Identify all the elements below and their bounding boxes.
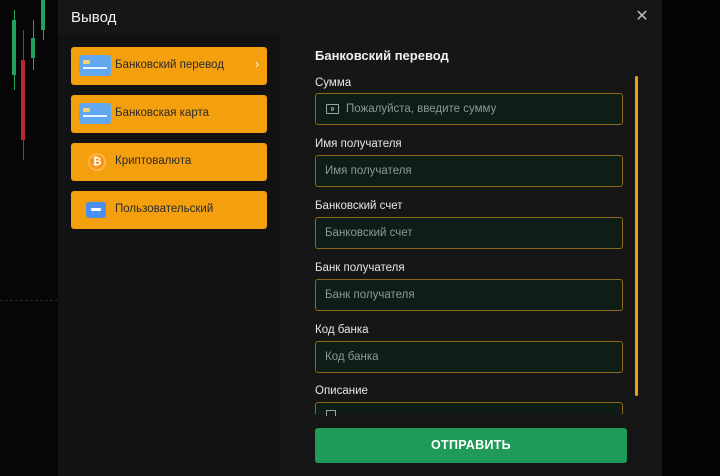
chevron-right-icon: › [255, 57, 259, 71]
amount-input[interactable] [316, 94, 622, 124]
close-icon[interactable]: ✕ [632, 7, 652, 27]
description-field[interactable] [315, 402, 623, 416]
form-title: Банковский перевод [315, 48, 449, 63]
chart-candle [31, 38, 35, 58]
method-bank-transfer[interactable]: Банковский перевод › [71, 47, 267, 85]
method-label: Банковская карта [115, 107, 210, 119]
chart-candle [21, 60, 25, 140]
withdraw-form: Банковский перевод Сумма Имя получателя … [280, 34, 662, 476]
bank-account-input[interactable] [316, 218, 622, 248]
recipient-name-field-wrapper [315, 155, 623, 187]
method-custom[interactable]: Пользовательский [71, 191, 267, 229]
amount-label: Сумма [315, 77, 352, 89]
scrollbar[interactable] [635, 76, 638, 396]
method-crypto[interactable]: ₿ Криптовалюта [71, 143, 267, 181]
amount-field-wrapper [315, 93, 623, 125]
method-label: Банковский перевод [115, 59, 224, 71]
bank-code-field-wrapper [315, 341, 623, 373]
recipient-name-label: Имя получателя [315, 138, 402, 150]
recipient-bank-field-wrapper [315, 279, 623, 311]
description-icon [326, 410, 336, 416]
method-label: Криптовалюта [115, 155, 192, 167]
submit-button[interactable]: ОТПРАВИТЬ [315, 428, 627, 463]
description-label: Описание [315, 385, 368, 397]
method-label: Пользовательский [115, 203, 214, 215]
dialog-title: Вывод [71, 9, 117, 26]
recipient-name-input[interactable] [316, 156, 622, 186]
bitcoin-icon: ₿ [88, 153, 106, 171]
custom-card-icon [86, 202, 106, 218]
bank-account-label: Банковский счет [315, 200, 403, 212]
chart-candle [12, 20, 16, 75]
bank-code-input[interactable] [316, 342, 622, 372]
recipient-bank-input[interactable] [316, 280, 622, 310]
method-bank-card[interactable]: Банковская карта [71, 95, 267, 133]
recipient-bank-label: Банк получателя [315, 262, 405, 274]
bank-card-icon [79, 55, 111, 76]
bank-card-icon [79, 103, 111, 124]
withdraw-dialog: Вывод ✕ Банковский перевод › Банковская … [58, 0, 662, 476]
dialog-header: Вывод ✕ [58, 0, 662, 34]
bank-code-label: Код банка [315, 324, 369, 336]
bank-account-field-wrapper [315, 217, 623, 249]
payment-methods-sidebar: Банковский перевод › Банковская карта ₿ … [58, 34, 280, 476]
chart-dotted-line [0, 300, 58, 301]
chart-candle [41, 0, 45, 30]
background-chart [0, 0, 58, 476]
